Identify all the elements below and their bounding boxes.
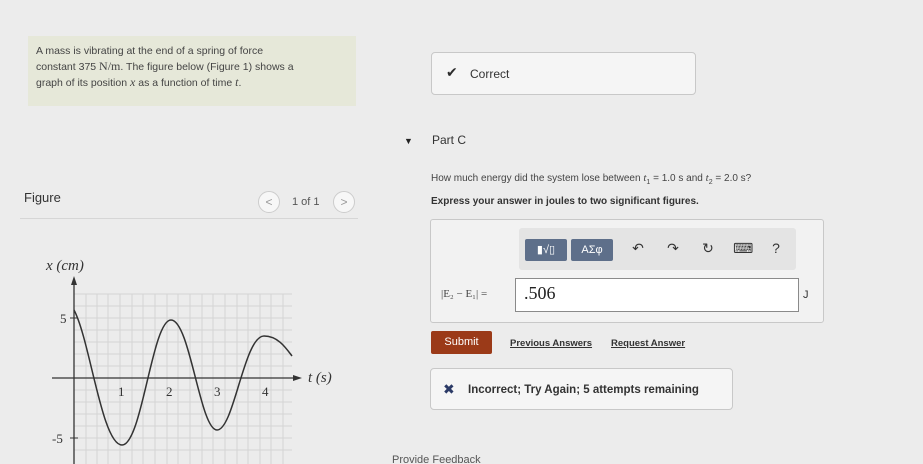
position-time-graph: x (cm) t (s) 5 -5 1 2 3 4 xyxy=(45,258,332,464)
graph-grid xyxy=(74,293,292,464)
symbols-button[interactable]: ΑΣφ xyxy=(571,239,613,261)
problem-line-3: graph of its position x as a function of… xyxy=(36,75,348,91)
previous-answers-link[interactable]: Previous Answers xyxy=(510,338,592,349)
y-tick-label: -5 xyxy=(52,431,63,446)
undo-icon[interactable]: ↶ xyxy=(629,240,647,257)
figure-prev-button[interactable]: < xyxy=(258,191,280,213)
figure-count: 1 of 1 xyxy=(292,196,320,208)
correct-feedback: ✔ Correct xyxy=(431,52,696,95)
correct-text: Correct xyxy=(470,67,510,81)
question-part: How much energy did the system lose betw… xyxy=(431,173,644,184)
question-text: How much energy did the system lose betw… xyxy=(431,172,751,186)
answer-panel: ▮√▯ ΑΣφ ↶ ↷ ↻ ⌨ ? |E₂ − E₁| = .506 J xyxy=(430,219,824,323)
problem-statement: A mass is vibrating at the end of a spri… xyxy=(28,36,356,106)
y-axis-label: x (cm) xyxy=(45,258,84,274)
triangle-down-icon[interactable]: ▼ xyxy=(404,136,413,146)
answer-input[interactable]: .506 xyxy=(515,278,799,312)
problem-text: . xyxy=(238,77,242,89)
redo-icon[interactable]: ↷ xyxy=(664,240,682,257)
question-part: = 2.0 s? xyxy=(712,173,752,184)
submit-button[interactable]: Submit xyxy=(431,331,492,354)
unit-label: J xyxy=(803,289,809,301)
template-button[interactable]: ▮√▯ xyxy=(525,239,567,261)
divider xyxy=(20,218,358,219)
part-title[interactable]: Part C xyxy=(432,133,466,147)
request-answer-link[interactable]: Request Answer xyxy=(611,338,685,349)
x-axis-arrow xyxy=(293,375,302,381)
problem-text: graph of its position xyxy=(36,77,130,89)
x-icon: ✖ xyxy=(443,381,455,397)
x-tick-label: 3 xyxy=(214,384,221,399)
problem-line-1: A mass is vibrating at the end of a spri… xyxy=(36,45,264,57)
problem-text: constant 375 xyxy=(36,61,100,73)
incorrect-feedback: ✖ Incorrect; Try Again; 5 attempts remai… xyxy=(430,368,733,410)
help-icon[interactable]: ? xyxy=(767,240,785,256)
keyboard-icon[interactable]: ⌨ xyxy=(733,240,753,257)
question-part: = 1.0 s and xyxy=(650,173,706,184)
x-tick-label: 1 xyxy=(118,384,125,399)
x-tick-label: 2 xyxy=(166,384,173,399)
problem-line-2: constant 375 N/m. The figure below (Figu… xyxy=(36,59,348,75)
x-tick-label: 4 xyxy=(262,384,269,399)
figure-next-button[interactable]: > xyxy=(333,191,355,213)
spring-constant-unit: N/m xyxy=(99,59,121,73)
y-axis-arrow xyxy=(71,276,77,285)
x-axis-label: t (s) xyxy=(308,370,332,386)
provide-feedback-link[interactable]: Provide Feedback xyxy=(392,454,481,464)
math-toolbar: ▮√▯ ΑΣφ ↶ ↷ ↻ ⌨ ? xyxy=(519,228,796,270)
problem-text: as a function of time xyxy=(135,77,236,89)
figure-label: Figure xyxy=(24,190,61,205)
check-icon: ✔ xyxy=(446,64,458,80)
answer-instructions: Express your answer in joules to two sig… xyxy=(431,196,699,207)
problem-text: . The figure below (Figure 1) shows a xyxy=(120,61,294,73)
expression-label: |E₂ − E₁| = xyxy=(441,288,488,300)
incorrect-text: Incorrect; Try Again; 5 attempts remaini… xyxy=(468,384,699,396)
y-tick-label: 5 xyxy=(60,311,67,326)
reset-icon[interactable]: ↻ xyxy=(699,240,717,257)
